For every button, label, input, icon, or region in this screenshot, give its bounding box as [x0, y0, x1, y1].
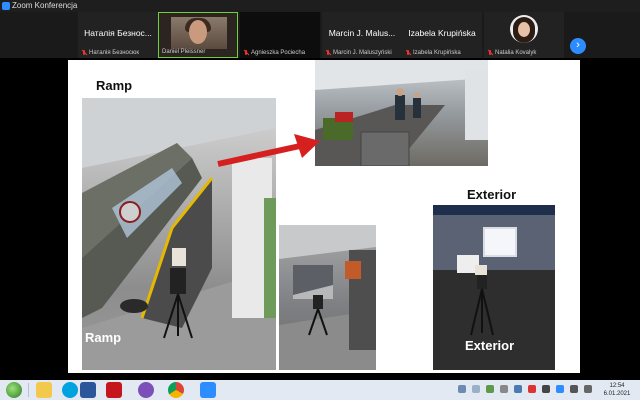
participant-label-text: Наталія Безносюк [89, 50, 139, 56]
viber-icon[interactable] [138, 382, 154, 398]
taskbar-separator [28, 383, 29, 397]
window-title: Zoom Konferencja [12, 1, 78, 10]
participant-tile[interactable]: Natalia Kovalyk [484, 12, 564, 58]
participant-tile-active[interactable]: Daniel Pleissner [158, 12, 238, 58]
participant-label-text: Natalia Kovalyk [495, 50, 537, 56]
slide-title-ramp-overlay: Ramp [85, 330, 122, 345]
hall-photo-illustration [279, 225, 376, 370]
participant-strip: Наталія Безнос... Наталія Безносюк Danie… [0, 12, 640, 58]
participant-label: Natalia Kovalyk [487, 50, 536, 56]
participant-name: Izabela Krupińska [408, 28, 476, 38]
participant-tile[interactable]: Agnieszka Pociecha [240, 12, 320, 58]
tray-icon[interactable] [556, 385, 564, 393]
tray-icon[interactable] [500, 385, 508, 393]
participant-label-text: Marcin J. Maluszyński [333, 50, 392, 56]
participant-avatar [510, 15, 538, 43]
mic-muted-icon [325, 50, 331, 56]
windows-start-icon[interactable] [6, 382, 22, 398]
chevron-right-icon[interactable]: › [570, 38, 586, 54]
participant-label: Наталія Безносюк [81, 50, 139, 56]
zoom-icon[interactable] [200, 382, 216, 398]
zoom-logo-icon [2, 2, 10, 10]
clock-date: 6.01.2021 [603, 391, 631, 397]
chrome-icon[interactable] [168, 382, 184, 398]
face-shape [189, 20, 207, 44]
skype-icon[interactable] [62, 382, 78, 398]
participant-label: Daniel Pleissner [162, 49, 205, 55]
acrobat-icon[interactable] [106, 382, 122, 398]
participant-label-text: Daniel Pleissner [162, 49, 206, 55]
sorting-photo-illustration [315, 60, 488, 166]
participant-name: Наталія Безнос... [84, 28, 152, 38]
windows-taskbar: 12:54 6.01.2021 [0, 380, 640, 400]
face-shape [518, 22, 530, 37]
word-icon[interactable] [80, 382, 96, 398]
tray-icon[interactable] [542, 385, 550, 393]
participant-label-text: Izabela Krupińska [413, 50, 461, 56]
participant-video [171, 17, 227, 49]
tray-icon[interactable] [486, 385, 494, 393]
participant-tile[interactable]: Наталія Безнос... Наталія Безносюк [78, 12, 158, 58]
participant-label-text: Agnieszka Pociecha [251, 50, 306, 56]
participant-tile[interactable]: Izabela Krupińska Izabela Krupińska [402, 12, 482, 58]
hall-photo [279, 225, 376, 370]
window-titlebar: Zoom Konferencja [0, 0, 640, 12]
mic-muted-icon [243, 50, 249, 56]
participant-tile[interactable]: Marcin J. Malus... Marcin J. Maluszyński [322, 12, 402, 58]
participant-label: Izabela Krupińska [405, 50, 461, 56]
tray-icon[interactable] [472, 385, 480, 393]
tray-clock[interactable]: 12:54 6.01.2021 [602, 382, 632, 398]
red-arrow-icon [217, 134, 320, 167]
tray-icon[interactable] [514, 385, 522, 393]
tray-icon[interactable] [458, 385, 466, 393]
slide-title-exterior: Exterior [467, 187, 517, 202]
mic-muted-icon [487, 50, 493, 56]
slide-title-ramp: Ramp [96, 78, 133, 93]
tray-icon[interactable] [528, 385, 536, 393]
network-icon[interactable] [584, 385, 592, 393]
participant-label: Marcin J. Maluszyński [325, 50, 392, 56]
explorer-icon[interactable] [36, 382, 52, 398]
slide-title-exterior-overlay: Exterior [465, 338, 515, 353]
mic-muted-icon [405, 50, 411, 56]
presentation-slide: Ramp Ramp Exterior Exterior [68, 60, 580, 373]
participant-label: Agnieszka Pociecha [243, 50, 305, 56]
participant-name: Marcin J. Malus... [328, 28, 396, 38]
mic-muted-icon [81, 50, 87, 56]
sorting-line-photo [315, 60, 488, 166]
shared-screen: Ramp Ramp Exterior Exterior [0, 58, 640, 380]
volume-icon[interactable] [570, 385, 578, 393]
clock-time: 12:54 [609, 383, 625, 389]
